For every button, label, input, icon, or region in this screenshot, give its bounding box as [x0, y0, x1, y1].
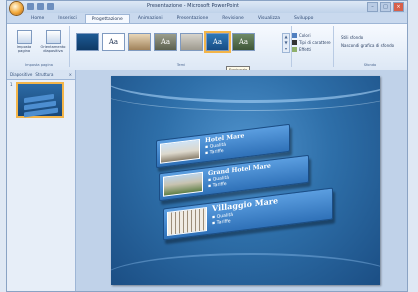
orientation-icon — [45, 30, 61, 44]
save-icon[interactable] — [27, 3, 34, 10]
theme-thumbnail[interactable]: Aa — [102, 33, 125, 51]
panel-bullet: ▪ Tariffe — [212, 219, 231, 227]
title-bar: Presentazione - Microsoft PowerPoint – □… — [7, 1, 407, 15]
fonts-icon — [292, 40, 297, 45]
tab-review[interactable]: Revisione — [216, 14, 250, 23]
close-button[interactable]: × — [393, 2, 404, 12]
minimize-button[interactable]: – — [367, 2, 378, 12]
slide-canvas[interactable]: Hotel Mare ▪ Qualità ▪ Tariffe Grand Hot… — [111, 76, 380, 285]
window-title: Presentazione - Microsoft PowerPoint — [147, 3, 239, 9]
page-setup-group: Imposta pagina Orientamento diapositiva … — [9, 26, 70, 67]
background-options: Stili sfondo Nascondi grafica di sfondo — [341, 34, 394, 50]
undo-icon[interactable] — [37, 3, 44, 10]
page-setup-icon — [16, 30, 32, 44]
slide-thumbnail[interactable] — [16, 82, 64, 118]
tab-insert[interactable]: Inserisci — [52, 14, 82, 23]
theme-effects-button[interactable]: Effetti — [292, 46, 331, 53]
theme-fonts-button[interactable]: Tipi di carattere — [292, 39, 331, 46]
hotel-photo — [160, 138, 200, 164]
grand-hotel-photo — [163, 171, 203, 197]
theme-thumbnail-selected[interactable]: Aa — [204, 31, 231, 53]
slide-editing-area: Hotel Mare ▪ Qualità ▪ Tariffe Grand Hot… — [76, 70, 407, 291]
close-panel-icon[interactable]: × — [69, 72, 72, 77]
tab-design[interactable]: Progettazione — [84, 14, 130, 23]
window-controls: – □ × — [367, 2, 404, 12]
maximize-button[interactable]: □ — [380, 2, 391, 12]
background-styles-button[interactable]: Stili sfondo — [341, 34, 394, 42]
theme-thumbnail[interactable]: Aa — [232, 33, 255, 51]
slides-panel-tabs: Diapositive Struttura × — [7, 70, 75, 80]
theme-gallery: Aa Aa Aa Aa — [76, 31, 255, 53]
tab-view[interactable]: Visualizza — [252, 14, 286, 23]
tab-home[interactable]: Home — [25, 14, 50, 23]
redo-icon[interactable] — [47, 3, 54, 10]
tab-outline[interactable]: Struttura — [35, 72, 53, 77]
effects-icon — [292, 47, 297, 52]
panel-bullet: ▪ Tariffe — [208, 181, 227, 190]
tab-slides[interactable]: Diapositive — [10, 72, 32, 77]
page-setup-button[interactable]: Imposta pagina — [13, 30, 35, 54]
theme-gallery-scroll[interactable]: ▲ ▼ ▾ — [282, 33, 290, 53]
slide-orientation-button[interactable]: Orientamento diapositiva — [39, 30, 67, 54]
villaggio-photo — [167, 207, 207, 236]
office-button[interactable] — [10, 2, 23, 15]
tab-developer[interactable]: Sviluppo — [288, 14, 319, 23]
theme-thumbnail[interactable]: Aa — [154, 33, 177, 51]
group-label: Sfondo — [363, 63, 377, 67]
panel-title: Grand Hotel Mare — [208, 162, 271, 178]
group-label: Imposta pagina — [25, 63, 53, 67]
tab-slideshow[interactable]: Presentazione — [171, 14, 215, 23]
theme-thumbnail[interactable] — [128, 33, 151, 51]
theme-colors-button[interactable]: Colori — [292, 32, 331, 39]
powerpoint-window: Presentazione - Microsoft PowerPoint – □… — [6, 0, 408, 292]
panel-title: Villaggio Mare — [212, 195, 279, 214]
colors-icon — [292, 33, 297, 38]
theme-thumbnail[interactable] — [76, 33, 99, 51]
tab-animations[interactable]: Animazioni — [132, 14, 169, 23]
panel-bullet: ▪ Tariffe — [205, 148, 224, 157]
slides-panel: Diapositive Struttura × 1 — [7, 70, 76, 291]
quick-access-toolbar — [27, 3, 54, 10]
group-label: Temi — [176, 63, 186, 67]
theme-options: Colori Tipi di carattere Effetti — [292, 32, 331, 53]
slide-number: 1 — [10, 82, 13, 87]
hide-background-graphics-checkbox[interactable]: Nascondi grafica di sfondo — [341, 42, 394, 50]
theme-thumbnail[interactable] — [180, 33, 203, 51]
ribbon: Imposta pagina Orientamento diapositiva … — [7, 23, 407, 71]
background-glow — [111, 253, 380, 285]
ribbon-tabs: Home Inserisci Progettazione Animazioni … — [25, 14, 319, 23]
